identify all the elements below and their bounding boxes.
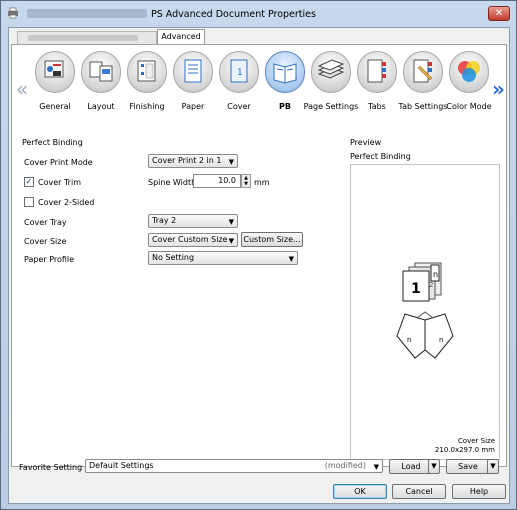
chevron-down-icon: ▼ bbox=[228, 218, 234, 226]
preview-cover-size-label: Cover Size bbox=[457, 437, 495, 445]
load-label: Load bbox=[401, 462, 421, 471]
chevron-down-icon: ▼ bbox=[228, 158, 234, 166]
paper-profile-label: Paper Profile bbox=[24, 255, 75, 264]
properties-window: PS Advanced Document Properties ✕ Advanc… bbox=[0, 0, 517, 510]
save-dropdown-button[interactable]: ▼ bbox=[487, 459, 499, 474]
dialog-client: Advanced « » General Layout Finishing Pa… bbox=[8, 27, 510, 504]
svg-text:2: 2 bbox=[429, 281, 433, 289]
cover-print-mode-select[interactable]: Cover Print 2 in 1 ▼ bbox=[148, 154, 238, 168]
category-finishing[interactable]: Finishing bbox=[124, 51, 170, 135]
preview-caption: Perfect Binding bbox=[350, 152, 411, 161]
save-button[interactable]: Save bbox=[446, 459, 490, 474]
cancel-button[interactable]: Cancel bbox=[392, 484, 446, 499]
cover-tray-label: Cover Tray bbox=[24, 218, 67, 227]
ok-button[interactable]: OK bbox=[333, 484, 387, 499]
category-color-mode[interactable]: Color Mode bbox=[446, 51, 492, 135]
svg-text:1: 1 bbox=[411, 281, 421, 297]
category-paper[interactable]: Paper bbox=[170, 51, 216, 135]
finishing-icon bbox=[127, 51, 167, 93]
cover-2-sided-checkbox[interactable] bbox=[24, 197, 34, 207]
load-dropdown-button[interactable]: ▼ bbox=[428, 459, 440, 474]
category-layout[interactable]: Layout bbox=[78, 51, 124, 135]
category-pb[interactable]: PB bbox=[262, 51, 308, 135]
svg-text:n: n bbox=[433, 270, 438, 279]
cover-size-label: Cover Size bbox=[24, 237, 67, 246]
paper-profile-select[interactable]: No Setting ▼ bbox=[148, 251, 298, 265]
favorite-setting-value: Default Settings bbox=[89, 461, 154, 470]
close-button[interactable]: ✕ bbox=[488, 6, 510, 21]
tab-pane: « » General Layout Finishing Paper 1 Cov… bbox=[11, 44, 507, 467]
svg-text:1: 1 bbox=[237, 68, 243, 78]
cover-tray-select[interactable]: Tray 2 ▼ bbox=[148, 214, 238, 228]
tab-redacted[interactable] bbox=[17, 31, 157, 44]
chevron-down-icon: ▼ bbox=[228, 237, 234, 245]
custom-size-button[interactable]: Custom Size... bbox=[241, 232, 303, 247]
page-settings-icon bbox=[311, 51, 351, 93]
cover-trim-label: Cover Trim bbox=[38, 178, 81, 187]
cover-tray-value: Tray 2 bbox=[152, 216, 177, 225]
spine-width-label: Spine Width bbox=[148, 178, 197, 187]
preview-canvas: n 1 2 n n Cover Size 210.0x297.0 mm bbox=[350, 164, 500, 460]
book-pages-icon: n 1 2 bbox=[402, 262, 442, 302]
window-title: PS Advanced Document Properties bbox=[151, 9, 316, 20]
scroll-right-icon[interactable]: » bbox=[492, 77, 505, 101]
open-book-icon: n n bbox=[396, 311, 454, 359]
cover-print-mode-value: Cover Print 2 in 1 bbox=[152, 156, 222, 165]
general-icon bbox=[35, 51, 75, 93]
perfect-binding-icon bbox=[265, 51, 305, 93]
favorite-setting-select[interactable]: Default Settings (modified) ▼ bbox=[85, 459, 383, 473]
paper-profile-value: No Setting bbox=[152, 253, 195, 262]
category-tabs[interactable]: Tabs bbox=[354, 51, 400, 135]
svg-text:n: n bbox=[407, 336, 411, 344]
paper-icon bbox=[173, 51, 213, 93]
chevron-down-icon: ▼ bbox=[373, 463, 379, 471]
save-label: Save bbox=[458, 462, 478, 471]
chevron-down-icon: ▼ bbox=[288, 255, 294, 263]
category-tab-settings[interactable]: Tab Settings bbox=[399, 51, 447, 135]
redacted-printer-name bbox=[27, 9, 147, 18]
layout-icon bbox=[81, 51, 121, 93]
preview-cover-size-value: 210.0x297.0 mm bbox=[434, 446, 495, 454]
chevron-down-icon: ▼ bbox=[490, 462, 496, 470]
load-button[interactable]: Load bbox=[389, 459, 433, 474]
category-cover[interactable]: 1 Cover bbox=[216, 51, 262, 135]
scroll-left-icon[interactable]: « bbox=[16, 77, 28, 101]
cover-size-value: Cover Custom Size bbox=[152, 235, 228, 244]
spine-width-spinner[interactable]: ▲ ▼ bbox=[241, 174, 251, 188]
category-general[interactable]: General bbox=[32, 51, 78, 135]
preview-group-title: Preview bbox=[350, 138, 382, 147]
favorite-modified-status: (modified) bbox=[324, 461, 366, 470]
cover-2-sided-label: Cover 2-Sided bbox=[38, 198, 95, 207]
spine-width-input[interactable]: 10.0 bbox=[193, 174, 241, 188]
tab-advanced[interactable]: Advanced bbox=[157, 29, 205, 44]
category-page-settings[interactable]: Page Settings bbox=[304, 51, 358, 135]
color-mode-icon bbox=[449, 51, 489, 93]
cover-icon: 1 bbox=[219, 51, 259, 93]
category-label: Color Mode bbox=[446, 102, 492, 111]
perfect-binding-group-title: Perfect Binding bbox=[22, 138, 83, 147]
chevron-down-icon: ▼ bbox=[431, 462, 437, 470]
tab-settings-icon bbox=[403, 51, 443, 93]
cover-trim-checkbox[interactable]: ✓ bbox=[24, 177, 34, 187]
cover-print-mode-label: Cover Print Mode bbox=[24, 158, 93, 167]
spine-width-unit: mm bbox=[254, 178, 270, 187]
help-button[interactable]: Help bbox=[452, 484, 506, 499]
favorite-setting-label: Favorite Setting bbox=[19, 463, 83, 472]
title-bar[interactable]: PS Advanced Document Properties ✕ bbox=[1, 1, 516, 27]
svg-text:n: n bbox=[439, 336, 443, 344]
tabs-icon bbox=[357, 51, 397, 93]
cover-size-select[interactable]: Cover Custom Size ▼ bbox=[148, 233, 238, 247]
printer-icon bbox=[8, 7, 18, 19]
